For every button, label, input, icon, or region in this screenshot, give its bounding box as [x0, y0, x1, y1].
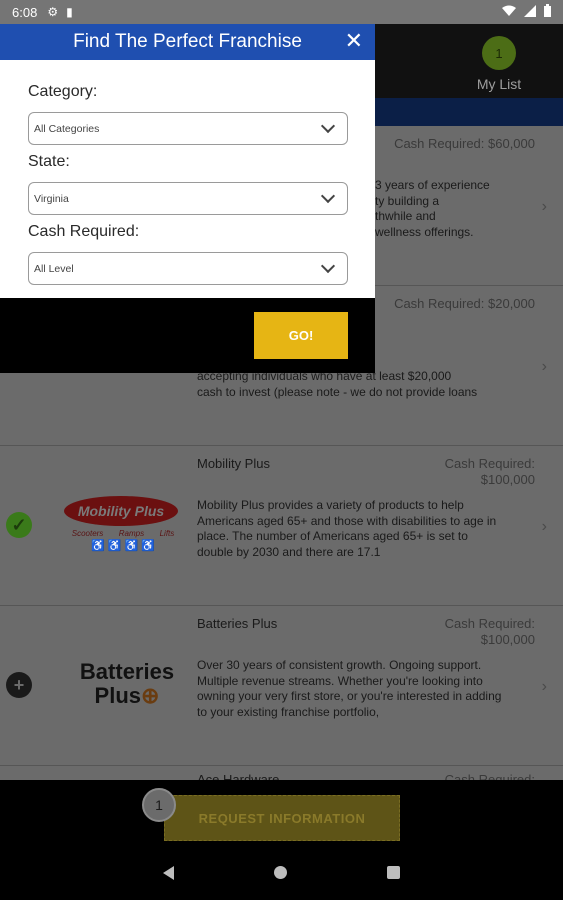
category-select[interactable]: All Categories [28, 112, 348, 145]
batteries-plus-logo: Batteries Plus⊕ [79, 659, 175, 708]
go-button[interactable]: GO! [254, 312, 348, 359]
check-icon[interactable]: ✓ [6, 512, 32, 538]
category-label: Category: [28, 83, 98, 100]
status-bar: 6:08 ⚙ ▮ [0, 0, 563, 24]
chevron-down-icon [320, 188, 336, 204]
request-information-button[interactable]: REQUEST INFORMATION [164, 795, 400, 841]
cash-required: Cash Required: $100,000 [444, 616, 535, 647]
back-icon[interactable] [163, 865, 174, 880]
cash-required: Cash Required: [444, 772, 535, 780]
franchise-description: Over 30 years of consistent growth. Ongo… [197, 658, 502, 719]
system-nav-bar [0, 845, 563, 900]
franchise-description: Mobility Plus provides a variety of prod… [197, 498, 497, 559]
signal-icon [524, 4, 536, 20]
request-bar: REQUEST INFORMATION 1 [0, 780, 563, 845]
plus-icon: ⊕ [141, 683, 160, 708]
chevron-down-icon [320, 118, 336, 134]
franchise-description: 3 years of experience ty building a thwh… [375, 178, 490, 239]
cash-required-select[interactable]: All Level [28, 252, 348, 285]
my-list-label: My List [476, 76, 522, 92]
cash-required: Cash Required: $20,000 [394, 296, 535, 311]
franchise-name: Ace Hardware [197, 772, 280, 780]
mobility-plus-logo: Mobility Plus Scooters Ramps Lifts ♿ ♿ ♿… [64, 496, 182, 560]
chevron-right-icon: › [541, 358, 547, 375]
chevron-down-icon [320, 258, 336, 274]
sd-card-icon: ▮ [66, 5, 73, 19]
chevron-right-icon: › [541, 198, 547, 215]
battery-icon [544, 4, 551, 20]
close-icon[interactable]: ✕ [345, 29, 363, 53]
wifi-icon [502, 5, 516, 20]
chevron-right-icon: › [541, 678, 547, 695]
recent-apps-icon[interactable] [387, 866, 400, 879]
list-item[interactable]: Ace Hardware Cash Required: [0, 766, 563, 780]
franchise-name: Batteries Plus [197, 616, 278, 631]
modal-header: Find The Perfect Franchise ✕ [0, 24, 375, 60]
modal-title: Find The Perfect Franchise [73, 31, 302, 52]
add-icon[interactable]: + [6, 672, 32, 698]
my-list-button[interactable]: 1 My List [469, 36, 529, 92]
state-label: State: [28, 153, 70, 170]
request-count-badge: 1 [142, 788, 176, 822]
gear-icon: ⚙ [47, 5, 59, 19]
category-value: All Categories [34, 122, 100, 135]
home-icon[interactable] [274, 866, 287, 879]
state-value: Virginia [34, 192, 69, 205]
state-select[interactable]: Virginia [28, 182, 348, 215]
chevron-right-icon: › [541, 518, 547, 535]
cash-required: Cash Required: $100,000 [444, 456, 535, 487]
filter-modal: Find The Perfect Franchise ✕ Category: A… [0, 24, 375, 298]
status-time: 6:08 [12, 4, 38, 20]
my-list-count-badge: 1 [482, 36, 516, 70]
wheelchair-icon: ♿ ♿ ♿ ♿ [91, 540, 155, 552]
cash-required-label: Cash Required: [28, 223, 140, 240]
cash-required-value: All Level [34, 262, 74, 275]
franchise-name: Mobility Plus [197, 456, 270, 471]
cash-required: Cash Required: $60,000 [394, 136, 535, 151]
